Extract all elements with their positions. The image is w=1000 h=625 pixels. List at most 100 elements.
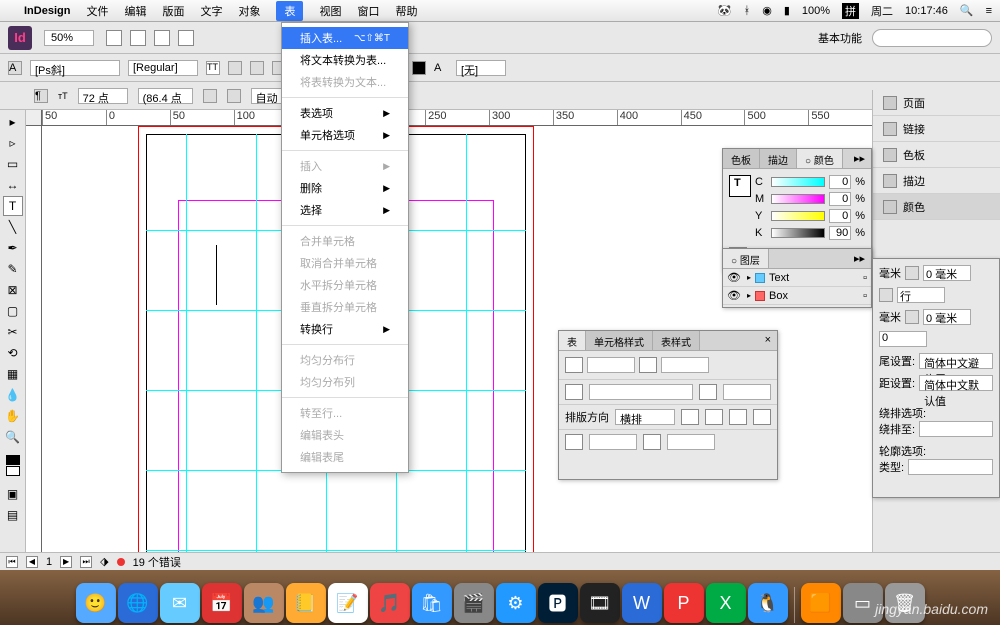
search-input[interactable]: [872, 29, 992, 47]
eyedropper-tool[interactable]: 💧: [3, 385, 23, 405]
menu-object[interactable]: 对象: [238, 3, 260, 19]
ruler-vertical[interactable]: [26, 126, 42, 570]
transform-tool[interactable]: ⟲: [3, 343, 23, 363]
menu-table[interactable]: 表: [276, 1, 303, 21]
panel-menu-icon[interactable]: ▸▸: [848, 149, 871, 168]
menu-item[interactable]: 表选项▶: [282, 102, 408, 124]
dock-item-描边[interactable]: 描边: [873, 168, 1000, 194]
direct-selection-tool[interactable]: ▹: [3, 133, 23, 153]
tt-icon[interactable]: TT: [206, 61, 220, 75]
dock-app[interactable]: 🎬: [454, 583, 494, 623]
fill-swatch[interactable]: [6, 455, 20, 465]
superscript-icon[interactable]: [203, 89, 217, 103]
pen-tool[interactable]: ✒: [3, 238, 23, 258]
align-center-icon[interactable]: [250, 61, 264, 75]
tab-layers[interactable]: ○ 图层: [723, 249, 769, 268]
menu-file[interactable]: 文件: [86, 3, 108, 19]
pencil-tool[interactable]: ✎: [3, 259, 23, 279]
dock-item-链接[interactable]: 链接: [873, 116, 1000, 142]
menu-help[interactable]: 帮助: [395, 3, 417, 19]
view-icon-4[interactable]: [178, 30, 194, 46]
battery-icon[interactable]: ▮: [784, 4, 790, 17]
menu-app[interactable]: InDesign: [24, 5, 70, 17]
tab-stroke[interactable]: 描边: [760, 149, 797, 168]
panda-icon[interactable]: 🐼: [718, 4, 732, 17]
dock-app[interactable]: 🐧: [748, 583, 788, 623]
text-fill-swatch[interactable]: [729, 175, 751, 197]
tab-table-style[interactable]: 表样式: [653, 331, 700, 350]
layers-panel[interactable]: ○ 图层 ▸▸ 👁▸Text▫ 👁▸Box▫: [722, 248, 872, 308]
dock-item-颜色[interactable]: 颜色: [873, 194, 1000, 220]
ime-indicator[interactable]: 拼: [842, 3, 859, 19]
subscript-icon[interactable]: [227, 89, 241, 103]
dock-app[interactable]: 📅: [202, 583, 242, 623]
first-page-button[interactable]: ⏮: [6, 556, 18, 568]
panel-menu-icon[interactable]: ×: [759, 331, 777, 350]
dock-app[interactable]: 📒: [286, 583, 326, 623]
ruler-origin[interactable]: [26, 110, 42, 126]
eyedropper-icon[interactable]: A: [434, 62, 448, 74]
tab-swatches[interactable]: 色板: [723, 149, 760, 168]
last-page-button[interactable]: ⏭: [80, 556, 92, 568]
dock-app[interactable]: ✉: [160, 583, 200, 623]
menu-item[interactable]: 转换行▶: [282, 318, 408, 340]
gap-tool[interactable]: ↔: [3, 175, 23, 195]
para-icon[interactable]: ¶: [34, 89, 48, 103]
menu-window[interactable]: 窗口: [357, 3, 379, 19]
dock-item-页面[interactable]: 页面: [873, 90, 1000, 116]
visibility-icon[interactable]: 👁: [727, 271, 739, 284]
view-icon-1[interactable]: [106, 30, 122, 46]
selection-tool[interactable]: ▸: [3, 112, 23, 132]
dock-app[interactable]: 🎞: [580, 583, 620, 623]
error-count[interactable]: 19 个错误: [133, 554, 181, 570]
hand-tool[interactable]: ✋: [3, 406, 23, 426]
misc-panel[interactable]: 毫米0 毫米 行 毫米0 毫米 0 尾设置:简体中文避头尾 距设置:简体中文默认…: [872, 258, 1000, 498]
menu-item[interactable]: 删除▶: [282, 177, 408, 199]
table-panel[interactable]: 表 单元格样式 表样式 × 排版方向 横排: [558, 330, 778, 480]
menu-item[interactable]: 选择▶: [282, 199, 408, 221]
dock-app[interactable]: 🟧: [801, 583, 841, 623]
menu-edit[interactable]: 编辑: [124, 3, 146, 19]
col-width-icon[interactable]: [699, 384, 717, 400]
bluetooth-icon[interactable]: ᚼ: [744, 5, 751, 17]
page-number[interactable]: 1: [46, 556, 52, 568]
scissors-tool[interactable]: ✂: [3, 322, 23, 342]
tab-color[interactable]: ○ 颜色: [797, 149, 843, 168]
dock-app[interactable]: 📝: [328, 583, 368, 623]
line-tool[interactable]: ╲: [3, 217, 23, 237]
stroke-swatch[interactable]: [6, 466, 20, 476]
tab-cell-style[interactable]: 单元格样式: [586, 331, 653, 350]
wifi-icon[interactable]: ◉: [762, 4, 772, 17]
menu-layout[interactable]: 版面: [162, 3, 184, 19]
page-tool[interactable]: ▭: [3, 154, 23, 174]
spotlight-icon[interactable]: 🔍: [960, 4, 974, 17]
none-swatch-field[interactable]: [无]: [456, 60, 506, 76]
rows-icon[interactable]: [565, 357, 583, 373]
rectangle-frame-tool[interactable]: ⊠: [3, 280, 23, 300]
menu-item[interactable]: 单元格选项▶: [282, 124, 408, 146]
row-height-icon[interactable]: [565, 384, 583, 400]
dock-app[interactable]: X: [706, 583, 746, 623]
ruler-horizontal[interactable]: 5005010015020025030035040045050055060065…: [42, 110, 1000, 126]
dock-app[interactable]: ⚙: [496, 583, 536, 623]
view-icon-3[interactable]: [154, 30, 170, 46]
workspace-label[interactable]: 基本功能: [818, 30, 862, 46]
dock-app[interactable]: 🌐: [118, 583, 158, 623]
zoom-tool[interactable]: 🔍: [3, 427, 23, 447]
menu-item[interactable]: 插入表...⌥⇧⌘T: [282, 27, 408, 49]
panel-menu-icon[interactable]: ▸▸: [848, 249, 871, 268]
dock-app[interactable]: 🅿: [538, 583, 578, 623]
tab-table[interactable]: 表: [559, 331, 586, 350]
dock-app[interactable]: 🎵: [370, 583, 410, 623]
type-tool[interactable]: T: [3, 196, 23, 216]
leading-field[interactable]: (86.4 点: [138, 88, 193, 104]
next-page-button[interactable]: ▶: [60, 556, 72, 568]
font-style-field[interactable]: [Regular]: [128, 60, 198, 76]
dock-app[interactable]: 🙂: [76, 583, 116, 623]
zoom-field[interactable]: 50%: [44, 30, 94, 46]
dock-app[interactable]: 🛍: [412, 583, 452, 623]
char-icon[interactable]: A: [8, 61, 22, 75]
screen-mode-preview[interactable]: ▤: [3, 505, 23, 525]
screen-mode-normal[interactable]: ▣: [3, 484, 23, 504]
gradient-tool[interactable]: ▦: [3, 364, 23, 384]
